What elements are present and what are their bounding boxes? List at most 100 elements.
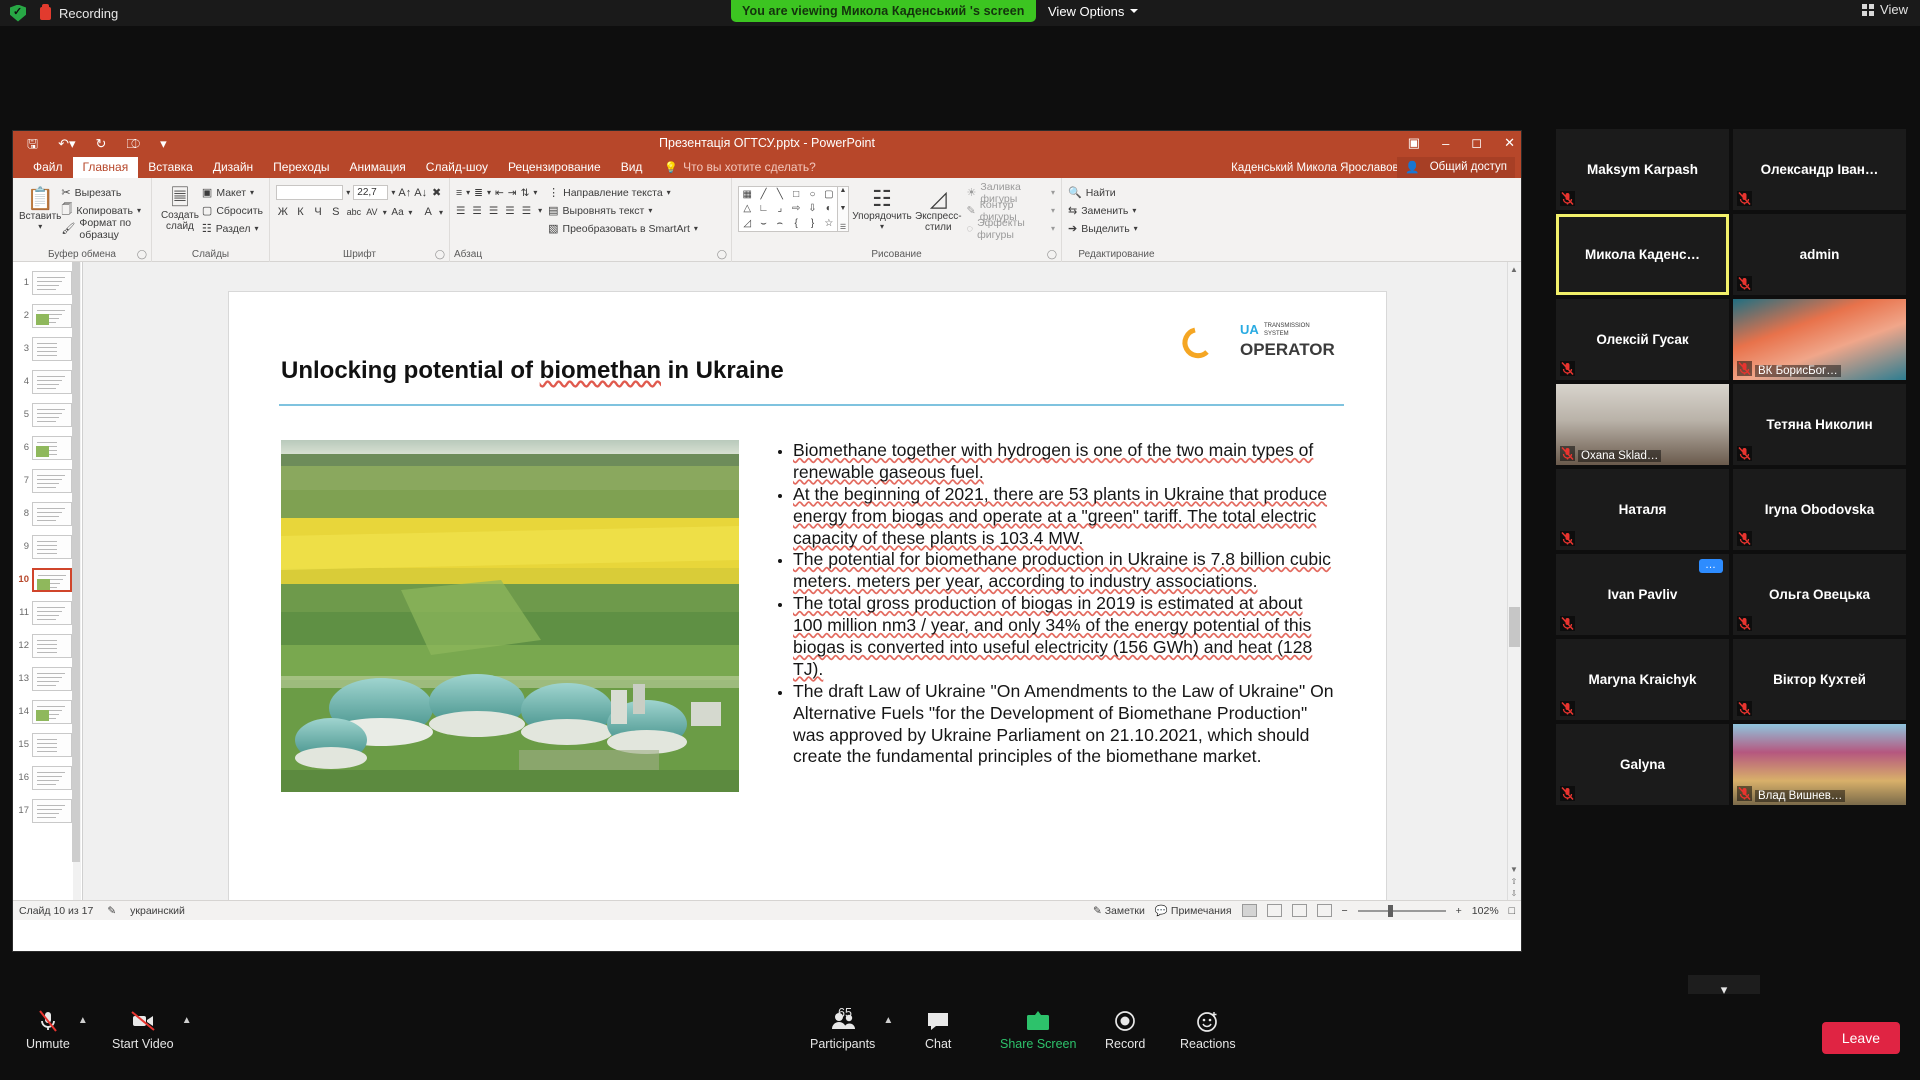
convert-smartart-button[interactable]: ▧ Преобразовать в SmartArt ▾ — [548, 220, 698, 237]
reactions-button[interactable]: Reactions — [1180, 1008, 1236, 1051]
slide-thumbnail-preview[interactable] — [32, 634, 72, 658]
chevron-down-icon[interactable]: ▾ — [694, 224, 698, 233]
slide-thumbnail-preview[interactable] — [32, 733, 72, 757]
slide-thumbnail-preview[interactable] — [32, 271, 72, 295]
scroll-down-icon[interactable]: ▼ — [1509, 865, 1519, 874]
format-painter-button[interactable]: 🖌 Формат по образцу — [61, 220, 145, 237]
slide-thumbnail-preview[interactable] — [32, 799, 72, 823]
slide-thumbnail-preview[interactable] — [32, 337, 72, 361]
fit-slide-button[interactable]: □ — [1509, 905, 1515, 917]
chevron-down-icon[interactable]: ▾ — [538, 206, 542, 215]
clipboard-dialog-launcher-icon[interactable]: ◯ — [137, 249, 147, 260]
arc-shape-icon[interactable]: ⌢ — [777, 218, 784, 229]
participant-tile[interactable]: Galyna — [1556, 724, 1729, 805]
chat-button[interactable]: Chat — [925, 1008, 951, 1051]
zoom-slider[interactable] — [1358, 910, 1446, 912]
slide-sorter-view-button[interactable] — [1267, 904, 1282, 917]
language-label[interactable]: украинский — [130, 905, 185, 917]
notes-button[interactable]: ✎ Заметки — [1093, 905, 1145, 917]
freeform-shape-icon[interactable]: ◿ — [743, 218, 751, 229]
start-video-button[interactable]: Start Video ▲ — [112, 1008, 174, 1051]
slideshow-view-button[interactable] — [1317, 904, 1332, 917]
chevron-down-icon[interactable]: ▾ — [250, 188, 254, 197]
line-spacing-icon[interactable]: ⇅ — [521, 187, 530, 199]
oval-shape-icon[interactable]: ○ — [809, 189, 815, 200]
tab-insert[interactable]: Вставка — [138, 157, 203, 178]
slide-scroll-thumb[interactable] — [1509, 607, 1520, 647]
section-button[interactable]: ☷ Раздел ▾ — [202, 220, 263, 237]
decrease-font-size-icon[interactable]: A↓ — [414, 187, 427, 199]
chevron-down-icon[interactable]: ▾ — [1051, 224, 1055, 233]
font-dialog-launcher-icon[interactable]: ◯ — [435, 249, 445, 260]
strikethrough-button[interactable]: abc — [347, 207, 362, 217]
slide-thumbnail-pane[interactable]: 1234567891011121314151617 — [13, 262, 83, 900]
select-button[interactable]: ➔ Выделить ▾ — [1068, 220, 1165, 237]
right-brace-icon[interactable]: } — [811, 218, 814, 229]
leave-meeting-button[interactable]: Leave — [1822, 1022, 1900, 1054]
participant-tile[interactable]: Oxana Sklad… — [1556, 384, 1729, 465]
chevron-up-icon[interactable]: ▲ — [182, 1015, 192, 1026]
chevron-down-icon[interactable]: ▾ — [408, 208, 412, 217]
line-shape-icon[interactable]: ╱ — [760, 189, 766, 200]
chevron-down-icon[interactable]: ▾ — [667, 188, 671, 197]
participant-tile[interactable]: Iryna Obodovska — [1733, 469, 1906, 550]
chevron-up-icon[interactable]: ▲ — [78, 1015, 88, 1026]
tab-animations[interactable]: Анимация — [339, 157, 415, 178]
pie-shape-icon[interactable]: ◐ — [826, 203, 832, 214]
participant-tile[interactable]: Maryna Kraichyk — [1556, 639, 1729, 720]
share-button[interactable]: 👤 Общий доступ — [1397, 157, 1515, 178]
chevron-down-icon[interactable]: ▾ — [1051, 206, 1055, 215]
slide-thumbnail-preview[interactable] — [32, 469, 72, 493]
font-size-input[interactable]: 22,7 — [353, 185, 388, 200]
clear-formatting-icon[interactable]: ✖ — [430, 186, 443, 199]
participant-tile[interactable]: admin — [1733, 214, 1906, 295]
tab-file[interactable]: Файл — [23, 157, 73, 178]
chevron-down-icon[interactable]: ▾ — [533, 188, 537, 197]
font-name-input[interactable] — [276, 185, 343, 200]
chevron-up-icon[interactable]: ▲ — [883, 1015, 893, 1026]
tell-me-search[interactable]: 💡 Что вы хотите сделать? — [664, 160, 815, 178]
participant-tile[interactable]: Олексій Гусак — [1556, 299, 1729, 380]
text-direction-button[interactable]: ⋮ Направление текста ▾ — [548, 184, 698, 201]
text-shadow-button[interactable]: S — [329, 206, 343, 218]
chevron-down-icon[interactable]: ▾ — [346, 188, 350, 197]
chevron-down-icon[interactable]: ▾ — [137, 206, 141, 215]
chevron-down-icon[interactable]: ▾ — [1051, 188, 1055, 197]
next-slide-icon[interactable]: ⇩ — [1509, 889, 1519, 898]
participant-tile[interactable]: Наталя — [1556, 469, 1729, 550]
slide-thumbnail-preview[interactable] — [32, 304, 72, 328]
bold-button[interactable]: Ж — [276, 206, 290, 218]
columns-icon[interactable]: ☰ — [522, 205, 531, 217]
participant-tile[interactable]: Тетяна Николин — [1733, 384, 1906, 465]
share-screen-button[interactable]: Share Screen — [1000, 1008, 1076, 1051]
italic-button[interactable]: К — [294, 206, 308, 218]
chevron-down-icon[interactable]: ▾ — [391, 188, 395, 197]
curve-shape-icon[interactable]: ⌣ — [760, 218, 767, 229]
shape-gallery[interactable]: ▦ ╱ ╲ □ ○ ▢ △ ∟ ⌟ ⇨ ⇩ ◐ ◿ ⌣ ⌢ { } — [738, 186, 838, 232]
zoom-out-button[interactable]: − — [1342, 905, 1348, 917]
rectangle-shape-icon[interactable]: □ — [793, 189, 799, 200]
participant-tile[interactable]: Віктор Кухтей — [1733, 639, 1906, 720]
chevron-down-icon[interactable]: ▾ — [38, 222, 42, 231]
slide-thumbnail-preview[interactable] — [32, 700, 72, 724]
down-arrow-shape-icon[interactable]: ⇩ — [808, 203, 816, 214]
decrease-indent-icon[interactable]: ⇤ — [495, 187, 504, 199]
ribbon-display-options-icon[interactable]: ▣ — [1408, 135, 1420, 151]
slide-thumbnail-preview[interactable] — [32, 568, 72, 592]
shape-gallery-scrollbar[interactable]: ▲ ▼ ☰ — [838, 186, 849, 232]
replace-button[interactable]: ⇆ Заменить ▾ — [1068, 202, 1165, 219]
chevron-down-icon[interactable]: ▾ — [383, 208, 387, 217]
slide-thumbnail-preview[interactable] — [32, 766, 72, 790]
participant-tile[interactable]: Ольга Овецька — [1733, 554, 1906, 635]
chevron-down-icon[interactable]: ▾ — [439, 208, 443, 217]
star-shape-icon[interactable]: ☆ — [824, 218, 833, 229]
reset-button[interactable]: ▢ Сбросить — [202, 202, 263, 219]
slide-photo-biogas-plant[interactable] — [281, 440, 739, 792]
tab-design[interactable]: Дизайн — [203, 157, 263, 178]
participants-button[interactable]: 65 Participants ▲ — [810, 1008, 875, 1051]
change-case-button[interactable]: Аа — [391, 207, 405, 218]
justify-icon[interactable]: ☰ — [505, 205, 514, 217]
slide-title[interactable]: Unlocking potential of biomethan in Ukra… — [281, 357, 981, 385]
participant-tile[interactable]: ВК БорисБог… — [1733, 299, 1906, 380]
tab-view[interactable]: Вид — [611, 157, 653, 178]
